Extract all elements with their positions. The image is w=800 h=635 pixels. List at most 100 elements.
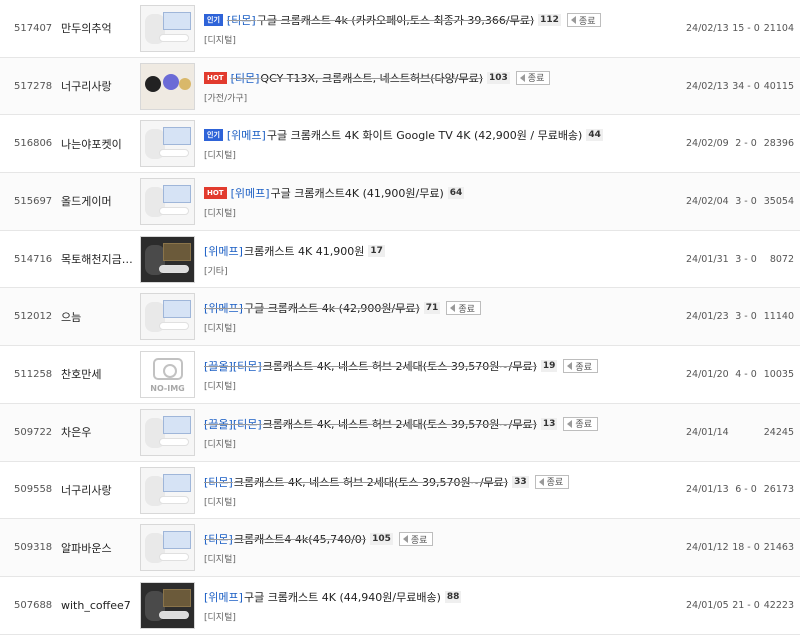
thumbnail[interactable] bbox=[140, 524, 195, 572]
comment-count[interactable]: 64 bbox=[447, 187, 465, 200]
view-count: 28396 bbox=[763, 138, 794, 150]
thumbnail[interactable] bbox=[140, 235, 195, 283]
vote-count: 21 - 0 bbox=[732, 599, 760, 611]
writer-name[interactable]: 알파바운스 bbox=[61, 519, 133, 576]
table-row[interactable]: 516806 나는야포켓이 인기 [위메프]구글 크롬캐스트 4K 화이트 Googl… bbox=[0, 115, 800, 174]
product-shape bbox=[163, 12, 191, 30]
shop-name: [위메프] bbox=[230, 187, 270, 201]
product-shape bbox=[145, 75, 161, 92]
view-count: 42223 bbox=[763, 599, 794, 611]
deal-title-link[interactable]: [티몬]QCY T13X, 크롬캐스트, 네스트허브(다양/무료) bbox=[231, 70, 483, 86]
product-shape bbox=[163, 531, 191, 550]
shop-name: [티몬] bbox=[204, 475, 233, 489]
writer-name[interactable]: 목토해천지금… bbox=[61, 231, 133, 288]
deal-title-link[interactable]: [위메프]크롬캐스트 4K 41,900원 bbox=[204, 243, 364, 259]
camera-icon bbox=[153, 358, 183, 381]
table-row[interactable]: 507688 with_coffee7 [위메프]구글 크롬캐스트 4K (44,9… bbox=[0, 576, 800, 635]
ended-tag: 종료 bbox=[563, 416, 598, 431]
thumbnail[interactable] bbox=[140, 178, 195, 226]
comment-count[interactable]: 19 bbox=[540, 360, 558, 373]
deal-title-link[interactable]: [위메프]구글 크롬캐스트 4K 화이트 Google TV 4K (42,90… bbox=[227, 127, 582, 143]
vote-count: 3 - 0 bbox=[735, 311, 757, 323]
deal-content: HOT [티몬]QCY T13X, 크롬캐스트, 네스트허브(다양/무료) 103 종… bbox=[204, 69, 674, 104]
comment-count[interactable]: 13 bbox=[540, 417, 558, 430]
comment-count[interactable]: 103 bbox=[487, 71, 510, 84]
writer-name[interactable]: 너구리사랑 bbox=[61, 462, 133, 519]
table-row[interactable]: 512012 으늠 [위메프]구글 크롬캐스트 4k (42,900원/무료) 71 종… bbox=[0, 288, 800, 347]
deal-title-link[interactable]: [티몬]크롬캐스트 4K, 네스트 허브 2세대(토스 39,570원~/무료) bbox=[204, 474, 508, 490]
deal-title: [티몬]크롬캐스트 4K, 네스트 허브 2세대(토스 39,570원~/무료)… bbox=[204, 473, 674, 491]
table-row[interactable]: 511258 찬호만세 NO-IMG [끌올][티몬]크롬캐스트 4K, 네스트 허브… bbox=[0, 346, 800, 404]
thumbnail[interactable] bbox=[140, 5, 195, 52]
vote-count: 4 - 0 bbox=[735, 368, 757, 380]
product-shape bbox=[163, 415, 191, 434]
deal-title-link[interactable]: [티몬]구글 크롬캐스트 4k (카카오페이,토스 최종가 39,366/무료) bbox=[227, 12, 534, 28]
comment-count[interactable]: 88 bbox=[444, 590, 462, 603]
comment-count[interactable]: 33 bbox=[512, 475, 529, 488]
post-number: 514716 bbox=[14, 253, 53, 265]
comment-count[interactable]: 71 bbox=[423, 302, 441, 315]
deal-title-link[interactable]: [끌올][티몬]크롬캐스트 4K, 네스트 허브 2세대(토스 39,570원~… bbox=[204, 358, 537, 374]
deal-title-text: 구글 크롬캐스트 4k (42,900원/무료) bbox=[243, 302, 420, 316]
writer-name[interactable]: with_coffee7 bbox=[61, 577, 133, 634]
deal-content: HOT [위메프]구글 크롬캐스트4K (41,900원/무료) 64 [디지털] bbox=[204, 184, 674, 219]
deal-title-text: 크롬캐스트 4K 41,900원 bbox=[243, 244, 365, 258]
category-label: [디지털] bbox=[204, 209, 236, 220]
writer-name[interactable]: 나는야포켓이 bbox=[61, 115, 133, 172]
writer-name[interactable]: 으늠 bbox=[61, 288, 133, 345]
post-date: 24/02/13 bbox=[686, 80, 729, 92]
thumbnail[interactable] bbox=[140, 466, 195, 514]
category-label: [디지털] bbox=[204, 612, 236, 623]
writer-name[interactable]: 올드게이머 bbox=[61, 173, 133, 230]
deal-title: [위메프]크롬캐스트 4K 41,900원 17 bbox=[204, 242, 674, 260]
table-row[interactable]: 515697 올드게이머 HOT [위메프]구글 크롬캐스트4K (41,900원/무… bbox=[0, 173, 800, 231]
view-count: 8072 bbox=[769, 253, 794, 265]
comment-count[interactable]: 112 bbox=[538, 14, 561, 26]
product-shape bbox=[159, 207, 189, 216]
writer-name[interactable]: 차은우 bbox=[61, 404, 133, 461]
table-row[interactable]: 509558 너구리사랑 [티몬]크롬캐스트 4K, 네스트 허브 2세대(토스 3… bbox=[0, 461, 800, 520]
deal-title-link[interactable]: [티몬]크롬캐스트4 4k(45,740/0) bbox=[204, 531, 366, 547]
table-row[interactable]: 514716 목토해천지금… [위메프]크롬캐스트 4K 41,900원 17 [기타]… bbox=[0, 230, 800, 289]
product-shape bbox=[159, 437, 189, 446]
vote-count: 2 - 0 bbox=[735, 138, 757, 150]
post-number: 517407 bbox=[14, 22, 53, 34]
deal-title-link[interactable]: [위메프]구글 크롬캐스트4K (41,900원/무료) bbox=[231, 185, 444, 201]
thumbnail[interactable] bbox=[140, 408, 195, 456]
table-row[interactable]: 517407 만두의추억 인기 [티몬]구글 크롬캐스트 4k (카카오페이,토스 최… bbox=[0, 0, 800, 58]
product-shape bbox=[159, 322, 189, 331]
ended-label: 종료 bbox=[527, 74, 545, 85]
comment-count[interactable]: 44 bbox=[586, 129, 603, 142]
thumbnail[interactable] bbox=[140, 581, 195, 629]
shop-name: [끌올][티몬] bbox=[204, 417, 262, 431]
deal-content: 인기 [위메프]구글 크롬캐스트 4K 화이트 Google TV 4K (42,… bbox=[204, 126, 674, 161]
deal-title: HOT [위메프]구글 크롬캐스트4K (41,900원/무료) 64 bbox=[204, 184, 674, 202]
tag-arrow-icon bbox=[570, 16, 576, 24]
thumbnail[interactable]: NO-IMG bbox=[140, 351, 195, 399]
hot-badge: HOT bbox=[204, 187, 227, 200]
thumbnail[interactable] bbox=[140, 120, 195, 168]
post-date: 24/02/04 bbox=[686, 195, 729, 207]
product-shape bbox=[163, 300, 191, 319]
ended-tag: 종료 bbox=[515, 70, 551, 85]
deal-title-link[interactable]: [끌올][티몬]크롬캐스트 4K, 네스트 허브 2세대(토스 39,570원~… bbox=[204, 416, 537, 432]
deal-title-text: 크롬캐스트 4K, 네스트 허브 2세대(토스 39,570원~/무료) bbox=[262, 417, 537, 431]
thumbnail[interactable] bbox=[140, 62, 195, 110]
tag-arrow-icon bbox=[567, 362, 573, 371]
deal-title: [끌올][티몬]크롬캐스트 4K, 네스트 허브 2세대(토스 39,570원~… bbox=[204, 357, 674, 375]
table-row[interactable]: 509318 알파바운스 [티몬]크롬캐스트4 4k(45,740/0) 105 종료[… bbox=[0, 519, 800, 577]
deal-content: [끌올][티몬]크롬캐스트 4K, 네스트 허브 2세대(토스 39,570원~… bbox=[204, 415, 674, 450]
comment-count[interactable]: 17 bbox=[368, 244, 385, 257]
writer-name[interactable]: 너구리사랑 bbox=[61, 58, 133, 115]
writer-name[interactable]: 만두의추억 bbox=[61, 0, 133, 57]
shop-name: [티몬] bbox=[204, 533, 233, 547]
table-row[interactable]: 517278 너구리사랑 HOT [티몬]QCY T13X, 크롬캐스트, 네스트허브… bbox=[0, 57, 800, 116]
category-label: [디지털] bbox=[204, 382, 236, 393]
comment-count[interactable]: 105 bbox=[370, 533, 393, 546]
writer-name[interactable]: 찬호만세 bbox=[61, 346, 133, 403]
deal-title-link[interactable]: [위메프]구글 크롬캐스트 4k (42,900원/무료) bbox=[204, 300, 420, 316]
thumbnail[interactable] bbox=[140, 293, 195, 341]
table-row[interactable]: 509722 차은우 [끌올][티몬]크롬캐스트 4K, 네스트 허브 2세대(토스… bbox=[0, 403, 800, 462]
deal-title-link[interactable]: [위메프]구글 크롬캐스트 4K (44,940원/무료배송) bbox=[204, 589, 441, 605]
category-label: [디지털] bbox=[204, 324, 236, 335]
